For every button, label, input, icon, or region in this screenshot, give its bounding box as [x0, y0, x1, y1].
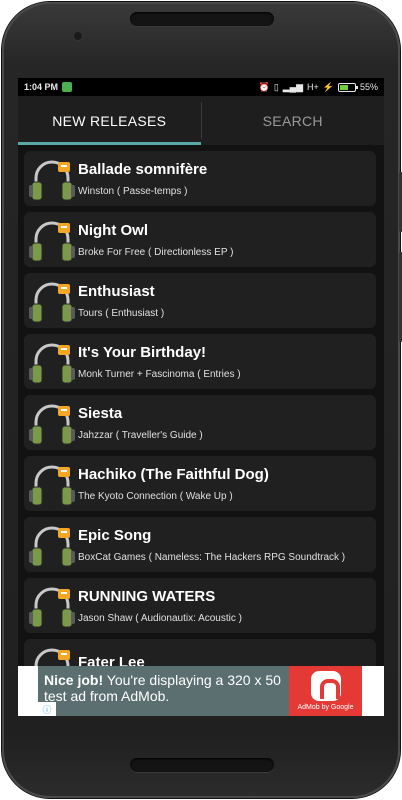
track-list: Ballade somnifère Winston ( Passe-temps …	[18, 148, 384, 666]
alarm-icon: ⏰	[258, 81, 270, 92]
track-title: Siesta	[78, 404, 123, 422]
track-subtitle: Jason Shaw ( Audionautix: Acoustic )	[78, 612, 242, 624]
track-item[interactable]: Epic Song BoxCat Games ( Nameless: The H…	[24, 517, 376, 572]
track-subtitle: Tours ( Enthusiast )	[78, 307, 165, 319]
track-subtitle: Winston ( Passe-temps )	[78, 185, 188, 197]
front-camera	[72, 30, 84, 42]
track-title: RUNNING WATERS	[78, 587, 216, 605]
tab-new-releases[interactable]: NEW RELEASES	[18, 96, 201, 145]
admob-icon	[310, 671, 341, 701]
track-item[interactable]: It's Your Birthday! Monk Turner + Fascin…	[24, 334, 376, 389]
notification-icon	[62, 82, 73, 92]
ad-brand: AdMob by Google	[297, 704, 354, 711]
battery-icon	[337, 82, 358, 92]
track-title: It's Your Birthday!	[78, 343, 207, 361]
track-item[interactable]: Siesta Jahzzar ( Traveller's Guide )	[24, 395, 376, 450]
track-title: Fater Lee	[78, 654, 145, 666]
headphones-icon	[28, 520, 76, 570]
app-screen: 1:04 PM ⏰ ▯ ▂▄▆ H+ ⚡ 55% NEW RELEASES SE…	[18, 78, 384, 716]
headphones-icon	[28, 459, 76, 509]
headphones-icon	[28, 398, 76, 448]
track-title: Night Owl	[78, 221, 148, 239]
track-title: Epic Song	[78, 526, 152, 544]
ad-content[interactable]: Nice job! You're displaying a 320 x 50 t…	[38, 666, 362, 716]
headphones-icon	[28, 642, 76, 666]
track-item[interactable]: Fater Lee	[24, 639, 376, 666]
track-subtitle: The Kyoto Connection ( Wake Up )	[78, 490, 233, 502]
headphones-icon	[28, 276, 76, 326]
track-subtitle: BoxCat Games ( Nameless: The Hackers RPG…	[78, 551, 346, 563]
bottom-speaker-grille	[130, 758, 274, 772]
tab-search[interactable]: SEARCH	[202, 96, 385, 145]
track-title: Ballade somnifère	[78, 160, 208, 178]
status-bar: 1:04 PM ⏰ ▯ ▂▄▆ H+ ⚡ 55%	[18, 78, 384, 96]
ad-choices-icon[interactable]: ⓘ	[38, 702, 56, 716]
track-title: Enthusiast	[78, 282, 155, 300]
track-subtitle: Broke For Free ( Directionless EP )	[78, 246, 234, 258]
track-item[interactable]: RUNNING WATERS Jason Shaw ( Audionautix:…	[24, 578, 376, 633]
top-speaker-grille	[130, 12, 274, 26]
headphones-icon	[28, 215, 76, 265]
status-time: 1:04 PM	[24, 82, 59, 92]
track-title: Hachiko (The Faithful Dog)	[78, 465, 269, 483]
tab-bar: NEW RELEASES SEARCH	[18, 96, 384, 145]
charging-icon: ⚡	[322, 81, 334, 92]
headphones-icon	[28, 154, 76, 204]
track-item[interactable]: Ballade somnifère Winston ( Passe-temps …	[24, 151, 376, 206]
battery-percent: 55%	[359, 82, 378, 92]
admob-logo[interactable]: AdMob by Google	[289, 666, 362, 716]
headphones-icon	[28, 337, 76, 387]
track-item[interactable]: Enthusiast Tours ( Enthusiast )	[24, 273, 376, 328]
network-type: H+	[307, 82, 319, 92]
ad-text[interactable]: Nice job! You're displaying a 320 x 50 t…	[38, 666, 289, 716]
track-subtitle: Jahzzar ( Traveller's Guide )	[78, 429, 203, 441]
headphones-icon	[28, 581, 76, 631]
ad-headline: Nice job!	[44, 672, 104, 688]
track-item[interactable]: Hachiko (The Faithful Dog) The Kyoto Con…	[24, 456, 376, 511]
signal-icon: ▂▄▆	[282, 81, 303, 92]
track-subtitle: Monk Turner + Fascinoma ( Entries )	[78, 368, 241, 380]
vibrate-icon: ▯	[273, 81, 279, 92]
ad-banner[interactable]: Nice job! You're displaying a 320 x 50 t…	[18, 666, 384, 716]
track-item[interactable]: Night Owl Broke For Free ( Directionless…	[24, 212, 376, 267]
